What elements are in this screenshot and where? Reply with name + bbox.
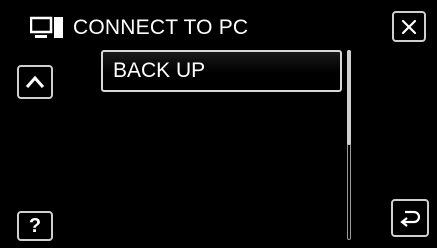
screen-title: CONNECT TO PC <box>73 16 249 39</box>
menu-item-back-up[interactable]: BACK UP <box>101 50 342 92</box>
pc-connection-icon <box>29 15 64 41</box>
close-button[interactable] <box>392 11 426 42</box>
return-icon <box>400 210 421 227</box>
help-label: ? <box>28 215 42 237</box>
close-icon <box>401 19 417 34</box>
help-button[interactable]: ? <box>17 211 53 241</box>
return-button[interactable] <box>391 199 429 237</box>
menu-item-label: BACK UP <box>113 59 206 82</box>
scroll-up-button[interactable] <box>17 65 53 99</box>
chevron-up-icon <box>25 75 45 88</box>
scrollbar-thumb[interactable] <box>347 50 351 145</box>
